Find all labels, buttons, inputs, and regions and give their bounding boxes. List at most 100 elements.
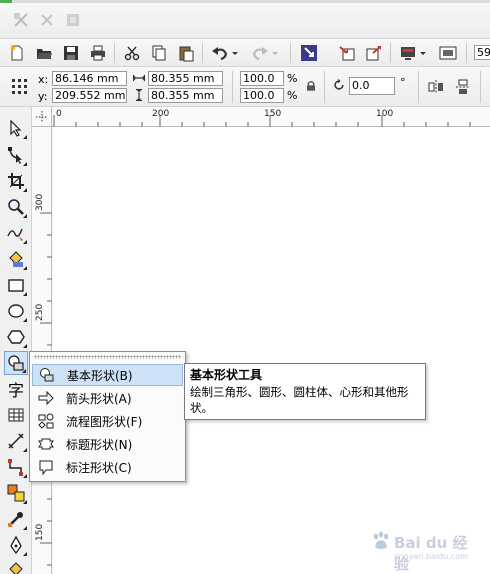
- smart-fill-tool[interactable]: [4, 247, 28, 271]
- flyout-indicator: [23, 474, 27, 478]
- polygon-tool[interactable]: [4, 325, 28, 349]
- flyout-indicator: [23, 240, 27, 244]
- faded-tool-2-icon[interactable]: [36, 9, 58, 31]
- y-position-field[interactable]: 209.552 mm: [52, 88, 127, 103]
- x-position-label: x:: [38, 73, 49, 86]
- banner-shapes-icon: [38, 438, 54, 450]
- height-field[interactable]: 80.355 mm: [148, 88, 223, 103]
- ellipse-tool[interactable]: [4, 299, 28, 323]
- connector-tool[interactable]: [4, 455, 28, 479]
- mirror-horizontal-icon[interactable]: [425, 76, 447, 98]
- width-field[interactable]: 80.355 mm: [148, 71, 223, 86]
- scale-y-field[interactable]: 100.0: [240, 88, 284, 103]
- reference-point-grid-icon[interactable]: [8, 75, 30, 97]
- separator: [324, 71, 325, 103]
- ruler-tick-label: 100: [376, 109, 394, 119]
- cut-icon[interactable]: [121, 42, 143, 64]
- launcher-dropdown-chevron-icon[interactable]: [417, 42, 429, 64]
- rotation-angle-field[interactable]: 0.0: [349, 77, 395, 95]
- x-position-field[interactable]: 86.146 mm: [52, 71, 127, 86]
- flyout-indicator: [23, 135, 27, 139]
- table-icon: [8, 408, 24, 422]
- separator: [466, 43, 467, 63]
- coreldraw-window: 59 x: 86.146 mm y: 209.552 mm 80.355 mm …: [0, 0, 490, 574]
- undo-icon[interactable]: [209, 42, 231, 64]
- rectangle-tool[interactable]: [4, 273, 28, 297]
- flyout-indicator: [22, 369, 26, 373]
- freehand-tool[interactable]: [4, 221, 28, 245]
- pick-tool[interactable]: [4, 116, 28, 140]
- print-icon[interactable]: [87, 42, 109, 64]
- flyout-indicator: [23, 162, 27, 166]
- zoom-tool[interactable]: [4, 195, 28, 219]
- flyout-grip-handle[interactable]: [34, 355, 181, 359]
- text-tool[interactable]: 字: [4, 377, 28, 401]
- text-tool-glyph: 字: [7, 381, 24, 400]
- basic-shapes-icon: [40, 368, 54, 382]
- menu-item-label: 箭头形状(A): [66, 391, 132, 406]
- ruler-tick-label: 250: [35, 303, 45, 321]
- scale-x-field[interactable]: 100.0: [240, 71, 284, 86]
- ruler-tick-label: 150: [35, 523, 45, 541]
- redo-dropdown-chevron-icon[interactable]: [269, 42, 281, 64]
- separator: [480, 71, 481, 103]
- application-launcher-icon[interactable]: [397, 42, 419, 64]
- paste-icon[interactable]: [175, 42, 197, 64]
- menu-item-banner-shapes[interactable]: 标题形状(N): [32, 433, 183, 455]
- save-icon[interactable]: [60, 42, 82, 64]
- zoom-level-field[interactable]: 59: [474, 45, 490, 60]
- ruler-origin[interactable]: [32, 107, 52, 127]
- ruler-tick-label: 200: [152, 109, 170, 119]
- flyout-indicator: [23, 188, 27, 192]
- menu-item-label: 标注形状(C): [66, 460, 132, 475]
- horizontal-ruler[interactable]: 0 200 150 100: [52, 107, 490, 127]
- import-icon[interactable]: [336, 42, 358, 64]
- height-icon: [130, 86, 148, 104]
- export-icon[interactable]: [363, 42, 385, 64]
- open-folder-icon[interactable]: [33, 42, 55, 64]
- search-content-icon[interactable]: [298, 42, 320, 64]
- lock-ratio-icon[interactable]: [302, 77, 320, 95]
- baidu-watermark: Bai du 经验 jingyan.baidu.com: [370, 526, 480, 573]
- fill-tool[interactable]: [4, 557, 28, 574]
- menu-item-flowchart-shapes[interactable]: 流程图形状(F): [32, 410, 183, 432]
- new-document-icon[interactable]: [6, 42, 28, 64]
- ruler-tick-label: 150: [264, 109, 282, 119]
- undo-dropdown-chevron-icon[interactable]: [229, 42, 241, 64]
- basic-shapes-flyout-menu: 基本形状(B) 箭头形状(A) 流程图形状(F) 标题形状(N) 标注形状(C): [29, 351, 186, 482]
- menu-item-arrow-shapes[interactable]: 箭头形状(A): [32, 387, 183, 409]
- dimension-tool[interactable]: [4, 429, 28, 453]
- flyout-indicator: [23, 318, 27, 322]
- separator: [290, 43, 291, 63]
- faded-tool-1-icon[interactable]: [10, 9, 32, 31]
- welcome-screen-icon[interactable]: [437, 42, 459, 64]
- outline-pen-tool[interactable]: [4, 533, 28, 557]
- copy-icon[interactable]: [148, 42, 170, 64]
- menu-item-basic-shapes[interactable]: 基本形状(B): [32, 364, 183, 386]
- faded-tool-3-icon[interactable]: [62, 9, 84, 31]
- mirror-vertical-icon[interactable]: [452, 76, 474, 98]
- baidu-paw-logo-icon: [373, 531, 389, 550]
- flyout-indicator: [23, 214, 27, 218]
- degree-label: °: [400, 76, 406, 89]
- flyout-indicator: [23, 526, 27, 530]
- basic-shapes-tool[interactable]: [4, 351, 28, 375]
- scale-x-percent-label: %: [287, 72, 298, 85]
- flyout-indicator: [23, 292, 27, 296]
- tooltip-title: 基本形状工具: [190, 368, 263, 382]
- redo-icon[interactable]: [249, 42, 271, 64]
- crop-tool[interactable]: [4, 169, 28, 193]
- menu-item-callout-shapes[interactable]: 标注形状(C): [32, 456, 183, 478]
- shape-tool[interactable]: [4, 143, 28, 167]
- table-tool[interactable]: [4, 403, 28, 427]
- tooltip-description: 绘制三角形、圆形、圆柱体、心形和其他形状。: [190, 385, 409, 415]
- ruler-tick-label: 300: [35, 193, 45, 211]
- callout-shapes-icon: [39, 460, 53, 475]
- flyout-indicator: [23, 266, 27, 270]
- menu-item-label: 标题形状(N): [66, 437, 133, 452]
- interactive-blend-tool[interactable]: [4, 481, 28, 505]
- separator: [390, 43, 391, 63]
- y-position-label: y:: [38, 90, 48, 103]
- eyedropper-tool[interactable]: [4, 507, 28, 531]
- separator: [232, 71, 233, 103]
